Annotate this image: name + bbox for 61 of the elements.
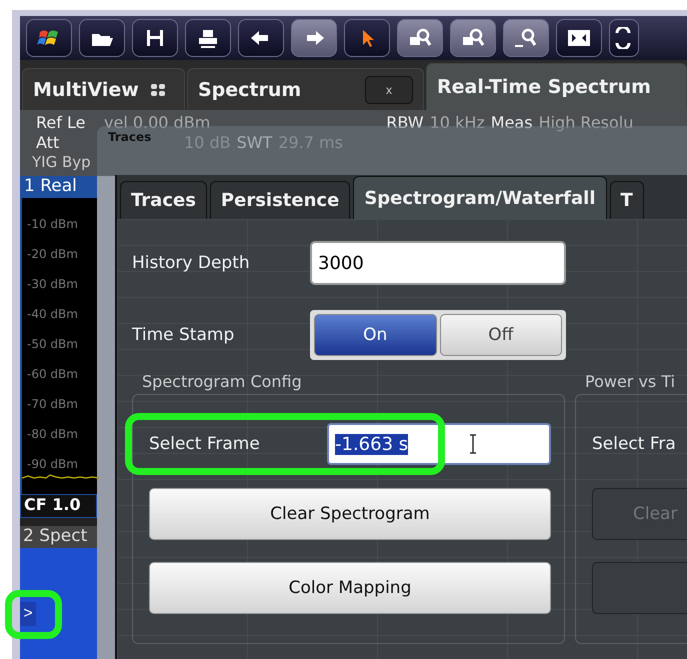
meas-label: Meas [490, 112, 533, 132]
zoom-button[interactable] [397, 19, 443, 57]
partial-button[interactable] [609, 19, 639, 57]
text-cursor-icon [468, 434, 478, 454]
axis-label: -60 dBm [26, 366, 79, 383]
tab[interactable]: Spectrogram/Waterfall [353, 176, 606, 219]
printer-button[interactable] [185, 19, 231, 57]
field-label: Select Fra [592, 434, 677, 454]
dialog-title: Traces [108, 130, 152, 144]
full-screen-icon [566, 27, 592, 49]
field-label: History Depth [132, 253, 251, 273]
axis-label: -20 dBm [26, 246, 79, 263]
tab[interactable]: Real-Time Spectrum [426, 63, 687, 110]
tab[interactable]: Traces [120, 181, 207, 219]
tab[interactable]: T [610, 181, 644, 219]
history-depth-field[interactable]: 3000 [310, 241, 566, 285]
group-title: Power vs Ti [584, 372, 676, 393]
action-button[interactable]: Color Mapping [149, 562, 551, 614]
tab[interactable]: Persistence [210, 181, 350, 219]
select-frame-field[interactable]: -1.663 s [327, 423, 551, 465]
redo-button[interactable] [291, 19, 337, 57]
axis-label: -30 dBm [26, 276, 79, 293]
selected-text: -1.663 s [335, 434, 408, 454]
window-title: 1 Real [20, 176, 97, 198]
tab[interactable]: MultiView [22, 68, 185, 110]
ref-level-label: Ref Le [36, 112, 86, 132]
ref-level-value: vel 0.00 dBm [104, 112, 210, 132]
axis-label: -90 dBm [26, 456, 79, 473]
field-label: Select Frame [149, 434, 261, 454]
full-screen-button[interactable] [556, 19, 602, 57]
axis-label: -80 dBm [26, 426, 79, 443]
axis-label: -50 dBm [26, 336, 79, 353]
center-frequency-label: CF 1.0 [20, 494, 97, 518]
toggle-option[interactable]: Off [440, 314, 562, 356]
rbw-value: 10 kHz [430, 112, 485, 132]
rbw-label: RBW [386, 112, 424, 132]
folder-button[interactable] [79, 19, 125, 57]
undo-button[interactable] [238, 19, 284, 57]
tab[interactable]: Spectrum x [187, 68, 424, 110]
yig-label: YIG Byp [32, 153, 91, 171]
group-title: Spectrogram Config [141, 372, 303, 393]
zoom-reset-icon [513, 27, 539, 49]
swt-label: SWT [236, 132, 272, 152]
att-label: Att [36, 132, 60, 152]
window-title: 2 Spect [20, 526, 97, 548]
flag-button[interactable] [26, 19, 72, 57]
axis-label: -70 dBm [26, 396, 79, 413]
toggle-option[interactable]: On [314, 314, 436, 356]
pointer-button[interactable] [344, 19, 390, 57]
expand-button[interactable]: > [20, 602, 36, 626]
axis-label: -40 dBm [26, 306, 79, 323]
multi-zoom-button[interactable] [450, 19, 496, 57]
field-label: Time Stamp [132, 325, 236, 345]
zoom-reset-button[interactable] [503, 19, 549, 57]
action-button[interactable]: Clear Spectrogram [149, 488, 551, 540]
zoom-icon [407, 27, 433, 49]
grid-icon [150, 84, 165, 96]
axis-label: -10 dBm [26, 216, 79, 233]
close-button[interactable]: x [365, 76, 413, 104]
multi-zoom-icon [460, 27, 486, 49]
meas-value: High Resolu [538, 112, 634, 132]
